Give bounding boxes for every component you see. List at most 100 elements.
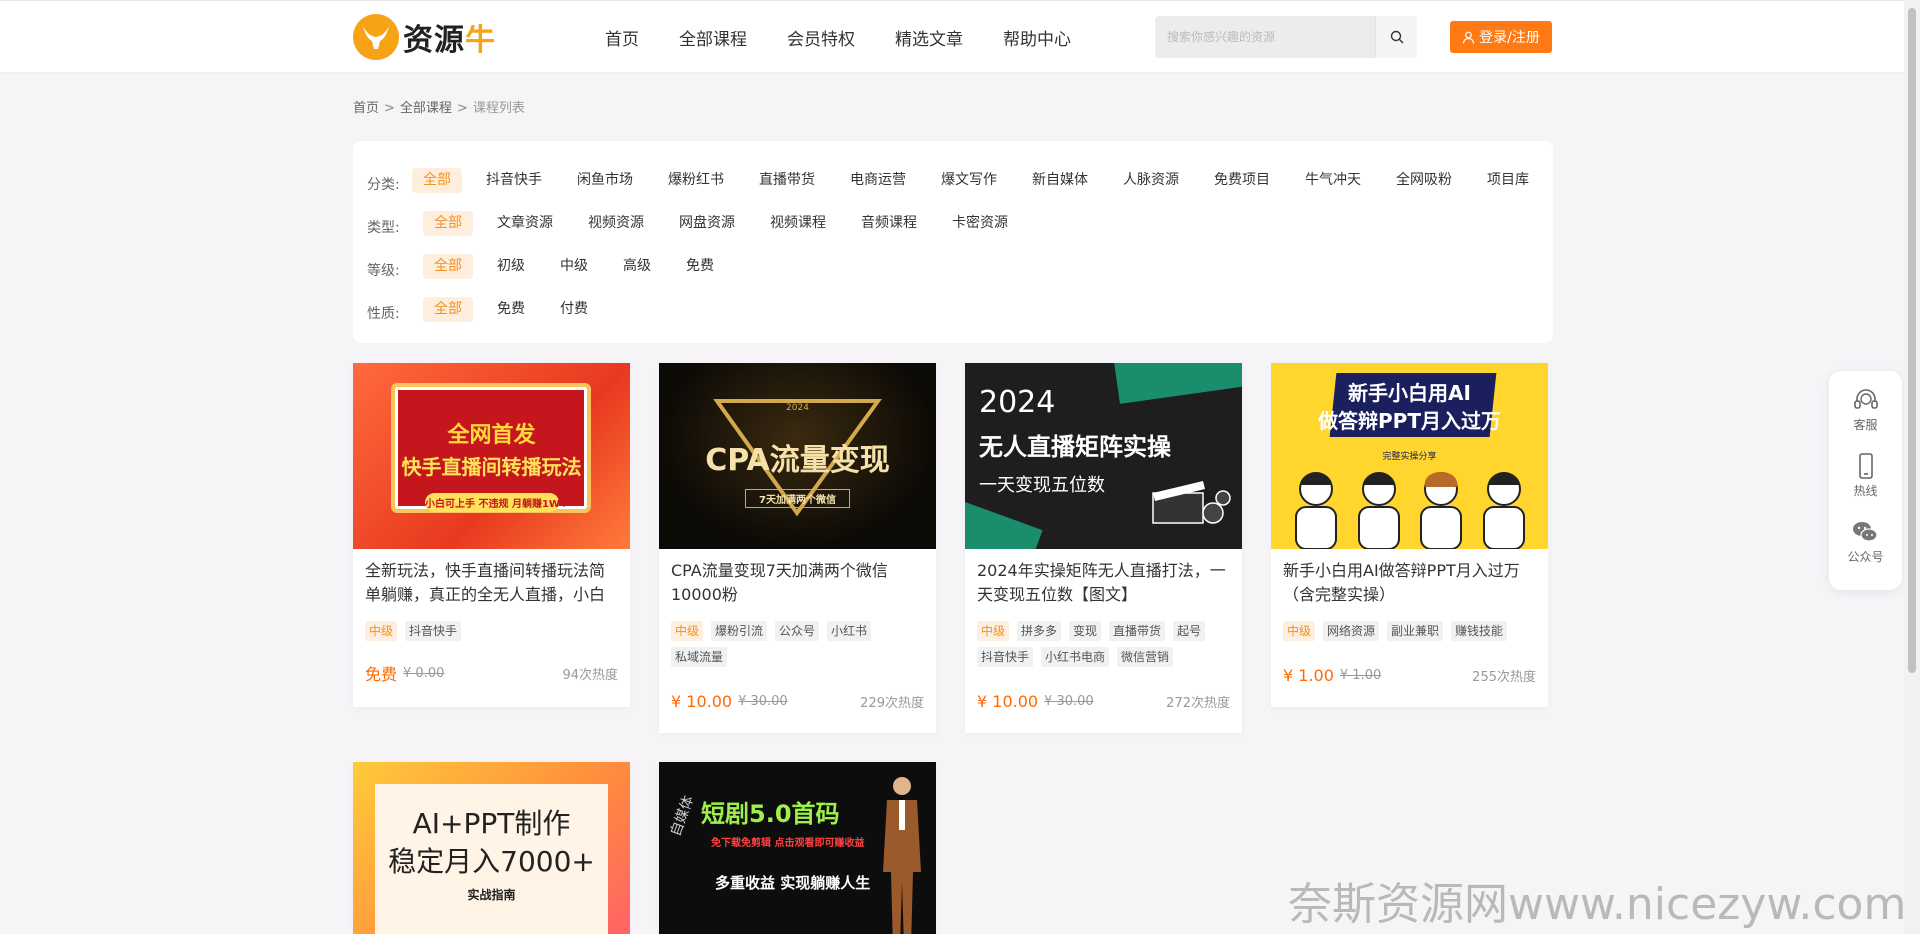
course-card[interactable]: 新手小白用AI 做答辩PPT月入过万 完整实操分享 新手小白用AI做答辩PPT月… [1271, 363, 1548, 707]
filter-option[interactable]: 视频资源 [577, 211, 655, 236]
course-card[interactable]: 2024 CPA流量变现 7天加满两个微信 CPA流量变现7天加满两个微信100… [659, 363, 936, 733]
tag[interactable]: 副业兼职 [1387, 621, 1444, 641]
filter-option[interactable]: 网盘资源 [668, 211, 746, 236]
course-thumbnail[interactable]: 全网首发 快手直播间转播玩法 小白可上手 不违规 月躺赚1W+ [353, 363, 630, 549]
filter-option[interactable]: 高级 [612, 254, 662, 279]
filter-option[interactable]: 全部 [423, 211, 473, 236]
course-card[interactable]: 短剧5.0首码 免下载免剪辑 点击观看即可赚收益 多重收益 实现躺赚人生 自媒体 [659, 762, 936, 934]
nav-home[interactable]: 首页 [605, 25, 639, 50]
filter-option[interactable]: 新自媒体 [1021, 168, 1099, 193]
breadcrumb-courses[interactable]: 全部课程 [400, 101, 452, 116]
course-thumbnail[interactable]: 2024 CPA流量变现 7天加满两个微信 [659, 363, 936, 549]
scrollbar-thumb[interactable] [1908, 8, 1916, 673]
tag[interactable]: 直播带货 [1109, 621, 1166, 641]
wechat-icon [1853, 522, 1879, 542]
thumb-stripe [1111, 363, 1242, 404]
course-thumbnail[interactable]: 短剧5.0首码 免下载免剪辑 点击观看即可赚收益 多重收益 实现躺赚人生 自媒体 [659, 762, 936, 934]
level-tag[interactable]: 中级 [977, 621, 1010, 641]
side-toolbar: 客服 热线 公众号 [1829, 371, 1902, 590]
course-title[interactable]: CPA流量变现7天加满两个微信10000粉 [659, 549, 936, 609]
logo-text-b: 牛 [465, 23, 496, 58]
tag[interactable]: 小红书 [827, 621, 872, 641]
filter-option[interactable]: 项目库 [1476, 168, 1540, 193]
search-input[interactable] [1155, 16, 1375, 58]
tag[interactable]: 公众号 [775, 621, 820, 641]
filter-option[interactable]: 全部 [423, 297, 473, 322]
tag[interactable]: 赚钱技能 [1451, 621, 1508, 641]
filter-option[interactable]: 爆文写作 [930, 168, 1008, 193]
side-label: 客服 [1853, 418, 1878, 432]
tag[interactable]: 网络资源 [1323, 621, 1380, 641]
bull-logo-icon [353, 14, 399, 60]
filter-option[interactable]: 牛气冲天 [1294, 168, 1372, 193]
filter-option[interactable]: 免费 [486, 297, 536, 322]
nav-articles[interactable]: 精选文章 [895, 25, 963, 50]
filter-option[interactable]: 免费项目 [1203, 168, 1281, 193]
logo-text: 资源牛 [403, 15, 496, 59]
side-hotline[interactable]: 热线 [1852, 452, 1880, 518]
filter-label: 等级: [367, 262, 400, 279]
nav-help[interactable]: 帮助中心 [1003, 25, 1071, 50]
filter-row-level: 等级: 全部 初级 中级 高级 免费 [353, 245, 1553, 288]
tag[interactable]: 拼多多 [1017, 621, 1062, 641]
course-thumbnail[interactable]: 新手小白用AI 做答辩PPT月入过万 完整实操分享 [1271, 363, 1548, 549]
original-price: ¥ 30.00 [1044, 694, 1094, 709]
tag-list: 中级 爆粉引流 公众号 小红书 私域流量 [659, 609, 936, 667]
thumb-text: 7天加满两个微信 [745, 489, 850, 508]
site-logo[interactable]: 资源牛 [353, 14, 496, 60]
tag[interactable]: 起号 [1173, 621, 1206, 641]
filter-option[interactable]: 免费 [675, 254, 725, 279]
tag[interactable]: 变现 [1069, 621, 1102, 641]
top-header: 资源牛 首页 全部课程 会员特权 精选文章 帮助中心 登录/注册 [0, 0, 1904, 72]
tag[interactable]: 私域流量 [671, 647, 728, 667]
search-button[interactable] [1375, 16, 1417, 58]
course-card[interactable]: 2024 无人直播矩阵实操 一天变现五位数 2024年实操矩阵无人直播打法，一天… [965, 363, 1242, 733]
course-thumbnail[interactable]: AI+PPT制作 稳定月入7000+ 实战指南 [353, 762, 630, 934]
filter-option[interactable]: 付费 [549, 297, 599, 322]
side-wechat[interactable]: 公众号 [1847, 518, 1884, 584]
thumb-text: 做答辩PPT月入过万 [1318, 409, 1501, 433]
filter-panel: 分类: 全部 抖音快手 闲鱼市场 爆粉红书 直播带货 电商运营 爆文写作 新自媒… [353, 141, 1553, 343]
filter-option[interactable]: 音频课程 [850, 211, 928, 236]
filter-option[interactable]: 电商运营 [839, 168, 917, 193]
filter-option[interactable]: 文章资源 [486, 211, 564, 236]
nav-vip[interactable]: 会员特权 [787, 25, 855, 50]
filter-option[interactable]: 中级 [549, 254, 599, 279]
level-tag[interactable]: 中级 [671, 621, 704, 641]
filter-option[interactable]: 卡密资源 [941, 211, 1019, 236]
nav-all-courses[interactable]: 全部课程 [679, 25, 747, 50]
course-title[interactable]: 2024年实操矩阵无人直播打法，一天变现五位数【图文】 [965, 549, 1242, 609]
course-title[interactable]: 新手小白用AI做答辩PPT月入过万（含完整实操） [1271, 549, 1548, 609]
course-card[interactable]: 全网首发 快手直播间转播玩法 小白可上手 不违规 月躺赚1W+ 全新玩法，快手直… [353, 363, 630, 707]
breadcrumb-home[interactable]: 首页 [353, 101, 379, 116]
price-row: ¥ 1.00 ¥ 1.00 255次热度 [1271, 666, 1548, 685]
tag[interactable]: 小红书电商 [1041, 647, 1110, 667]
level-tag[interactable]: 中级 [365, 621, 398, 641]
tag[interactable]: 爆粉引流 [711, 621, 768, 641]
main-nav: 首页 全部课程 会员特权 精选文章 帮助中心 [605, 1, 1111, 73]
filter-option[interactable]: 爆粉红书 [657, 168, 735, 193]
thumb-text: 2024 [786, 403, 809, 413]
filter-option[interactable]: 视频课程 [759, 211, 837, 236]
level-tag[interactable]: 中级 [1283, 621, 1316, 641]
course-card[interactable]: AI+PPT制作 稳定月入7000+ 实战指南 [353, 762, 630, 934]
filter-option[interactable]: 初级 [486, 254, 536, 279]
filter-option[interactable]: 全网吸粉 [1385, 168, 1463, 193]
heat-count: 229次热度 [860, 696, 924, 711]
course-thumbnail[interactable]: 2024 无人直播矩阵实操 一天变现五位数 [965, 363, 1242, 549]
filter-option[interactable]: 闲鱼市场 [566, 168, 644, 193]
tag[interactable]: 抖音快手 [977, 647, 1034, 667]
filter-option[interactable]: 直播带货 [748, 168, 826, 193]
login-button[interactable]: 登录/注册 [1450, 21, 1552, 53]
filter-option[interactable]: 全部 [412, 168, 462, 193]
tag[interactable]: 微信营销 [1117, 647, 1174, 667]
filter-option[interactable]: 全部 [423, 254, 473, 279]
side-service[interactable]: 客服 [1852, 386, 1880, 452]
thumb-text: 短剧5.0首码 [701, 800, 840, 828]
course-title[interactable]: 全新玩法，快手直播间转播玩法简单躺赚，真正的全无人直播，小白 [353, 549, 630, 609]
filter-option[interactable]: 抖音快手 [475, 168, 553, 193]
tag[interactable]: 抖音快手 [405, 621, 462, 641]
filter-option[interactable]: 人脉资源 [1112, 168, 1190, 193]
page-scrollbar[interactable] [1904, 0, 1920, 934]
original-price: ¥ 0.00 [403, 665, 445, 681]
